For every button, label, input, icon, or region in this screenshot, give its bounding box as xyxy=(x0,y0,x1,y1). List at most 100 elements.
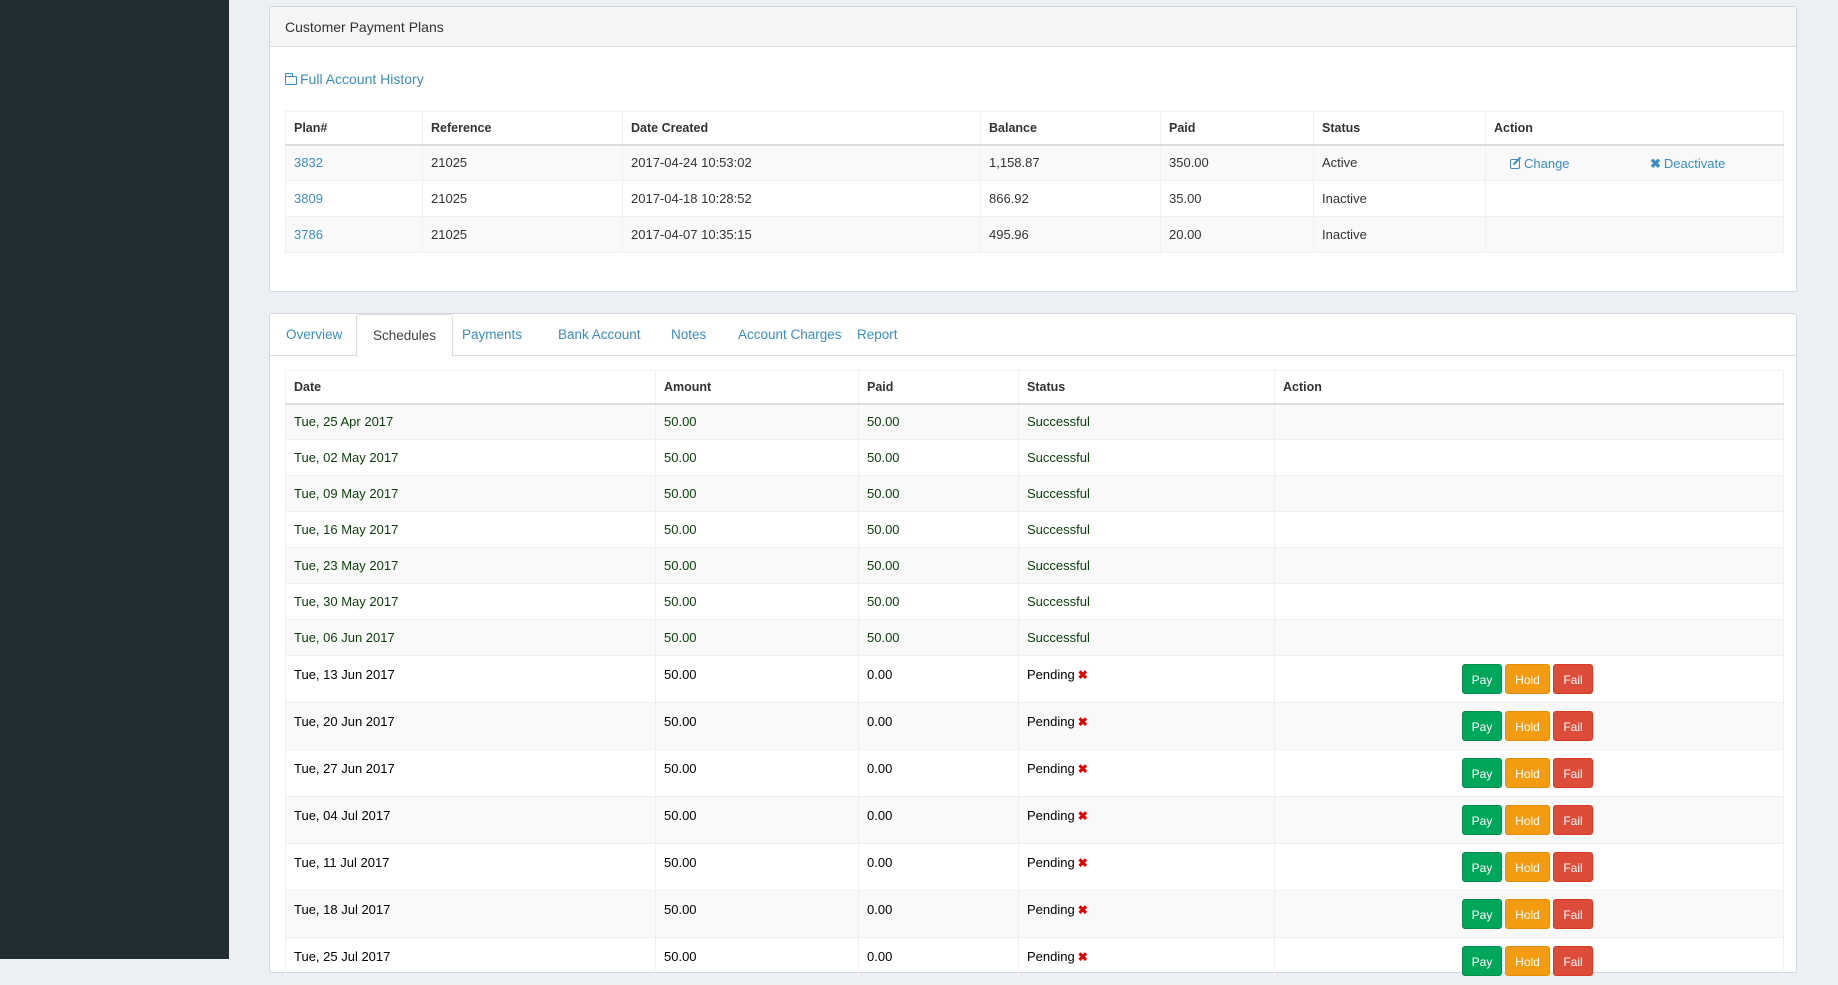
fail-button[interactable]: Fail xyxy=(1553,946,1593,976)
amount-cell: 50.00 xyxy=(655,749,859,797)
pay-button[interactable]: Pay xyxy=(1462,664,1502,694)
hold-button[interactable]: Hold xyxy=(1505,758,1550,788)
plan-link[interactable]: 3832 xyxy=(294,155,323,170)
schedule-table: Date Amount Paid Status Action Tue, 25 A… xyxy=(285,370,1784,985)
tab-payments[interactable]: Payments xyxy=(446,314,538,356)
close-icon: ✖ xyxy=(1077,809,1088,823)
status-cell: Pending ✖ xyxy=(1018,749,1275,797)
date-cell: Tue, 02 May 2017 xyxy=(285,439,656,476)
status-cell: Successful xyxy=(1018,619,1275,656)
date-cell: Tue, 23 May 2017 xyxy=(285,547,656,584)
col-status: Status xyxy=(1313,111,1486,146)
paid-cell: 50.00 xyxy=(858,547,1019,584)
date-cell: Tue, 13 Jun 2017 xyxy=(285,655,656,703)
full-account-history-link[interactable]: Full Account History xyxy=(284,71,424,87)
pay-button[interactable]: Pay xyxy=(1462,805,1502,835)
status-label: Pending xyxy=(1027,855,1075,870)
date-cell: Tue, 27 Jun 2017 xyxy=(285,749,656,797)
table-row: Tue, 30 May 2017 50.00 50.00 Successful xyxy=(285,583,1784,620)
pay-button[interactable]: Pay xyxy=(1462,899,1502,929)
amount-cell: 50.00 xyxy=(655,547,859,584)
action-cell: Pay Hold Fail xyxy=(1274,749,1784,797)
status-cell: Successful xyxy=(1018,547,1275,584)
deactivate-label: Deactivate xyxy=(1663,155,1726,171)
tab-overview[interactable]: Overview xyxy=(270,314,358,356)
table-row: Tue, 25 Jul 2017 50.00 0.00 Pending ✖ Pay Hold… xyxy=(285,937,1784,985)
amount-cell: 50.00 xyxy=(655,796,859,844)
date-cell: Tue, 25 Apr 2017 xyxy=(285,403,656,440)
payment-plans-table: Plan# Reference Date Created Balance Pai… xyxy=(285,111,1784,253)
table-row: Tue, 25 Apr 2017 50.00 50.00 Successful xyxy=(285,403,1784,440)
col-reference: Reference xyxy=(422,111,623,146)
fail-button[interactable]: Fail xyxy=(1553,711,1593,741)
fail-button[interactable]: Fail xyxy=(1553,805,1593,835)
action-cell xyxy=(1274,475,1784,512)
hold-button[interactable]: Hold xyxy=(1505,852,1550,882)
change-label: Change xyxy=(1524,155,1570,171)
action-cell: Pay Hold Fail xyxy=(1274,796,1784,844)
close-icon: ✖ xyxy=(1077,903,1088,917)
pay-button[interactable]: Pay xyxy=(1462,711,1502,741)
status-cell: Successful xyxy=(1018,403,1275,440)
schedule-action-buttons: Pay Hold Fail xyxy=(1462,852,1596,882)
plan-link[interactable]: 3786 xyxy=(294,227,323,242)
tab-notes[interactable]: Notes xyxy=(655,314,722,356)
paid-cell: 0.00 xyxy=(858,749,1019,797)
schedule-header-row: Date Amount Paid Status Action xyxy=(285,370,1784,405)
plan-tabs: Overview Schedules Payments Bank Account… xyxy=(270,314,1796,357)
amount-cell: 50.00 xyxy=(655,890,859,938)
schedule-body: Tue, 25 Apr 2017 50.00 50.00 Successful Tue… xyxy=(285,403,1784,985)
tab-bank-account[interactable]: Bank Account xyxy=(542,314,657,356)
amount-cell: 50.00 xyxy=(655,619,859,656)
action-cell xyxy=(1274,403,1784,440)
pay-button[interactable]: Pay xyxy=(1462,946,1502,976)
deactivate-plan-link[interactable]: ✖ Deactivate xyxy=(1650,156,1725,172)
action-cell xyxy=(1485,180,1784,217)
fail-button[interactable]: Fail xyxy=(1553,758,1593,788)
change-plan-link[interactable]: Change xyxy=(1510,156,1570,171)
edit-icon xyxy=(1510,158,1520,169)
plan-link[interactable]: 3809 xyxy=(294,191,323,206)
pay-button[interactable]: Pay xyxy=(1462,758,1502,788)
status-label: Pending xyxy=(1027,714,1075,729)
table-row: Tue, 20 Jun 2017 50.00 0.00 Pending ✖ Pay Hold… xyxy=(285,702,1784,750)
date-cell: Tue, 11 Jul 2017 xyxy=(285,843,656,891)
table-row: Tue, 04 Jul 2017 50.00 0.00 Pending ✖ Pay Hold… xyxy=(285,796,1784,844)
col-paid: Paid xyxy=(1160,111,1314,146)
schedule-action-buttons: Pay Hold Fail xyxy=(1462,899,1596,929)
date-cell: Tue, 04 Jul 2017 xyxy=(285,796,656,844)
date-created-cell: 2017-04-18 10:28:52 xyxy=(622,180,981,217)
payment-plans-box: Customer Payment Plans Full Account Hist… xyxy=(269,6,1797,292)
status-cell: Pending ✖ xyxy=(1018,702,1275,750)
close-icon: ✖ xyxy=(1077,715,1088,729)
col-balance: Balance xyxy=(980,111,1161,146)
status-cell: Active xyxy=(1313,144,1486,181)
col-paid: Paid xyxy=(858,370,1019,405)
amount-cell: 50.00 xyxy=(655,655,859,703)
paid-cell: 0.00 xyxy=(858,937,1019,985)
tab-account-charges[interactable]: Account Charges xyxy=(722,314,858,356)
plan-details-box: Overview Schedules Payments Bank Account… xyxy=(269,313,1797,985)
action-cell xyxy=(1274,583,1784,620)
hold-button[interactable]: Hold xyxy=(1505,899,1550,929)
pay-button[interactable]: Pay xyxy=(1462,852,1502,882)
amount-cell: 50.00 xyxy=(655,937,859,985)
folder-icon xyxy=(284,73,297,85)
hold-button[interactable]: Hold xyxy=(1505,805,1550,835)
hold-button[interactable]: Hold xyxy=(1505,946,1550,976)
action-cell: Pay Hold Fail xyxy=(1274,937,1784,985)
date-cell: Tue, 16 May 2017 xyxy=(285,511,656,548)
action-cell: Pay Hold Fail xyxy=(1274,890,1784,938)
hold-button[interactable]: Hold xyxy=(1505,664,1550,694)
hold-button[interactable]: Hold xyxy=(1505,711,1550,741)
tab-schedules[interactable]: Schedules xyxy=(356,314,454,357)
fail-button[interactable]: Fail xyxy=(1553,852,1593,882)
action-cell: Change ✖ Deactivate xyxy=(1485,144,1784,181)
paid-cell: 50.00 xyxy=(858,475,1019,512)
fail-button[interactable]: Fail xyxy=(1553,664,1593,694)
tab-report[interactable]: Report xyxy=(841,314,914,356)
paid-cell: 20.00 xyxy=(1160,216,1314,253)
status-label: Pending xyxy=(1027,949,1075,964)
fail-button[interactable]: Fail xyxy=(1553,899,1593,929)
table-row: 3786 21025 2017-04-07 10:35:15 495.96 20… xyxy=(285,216,1784,253)
